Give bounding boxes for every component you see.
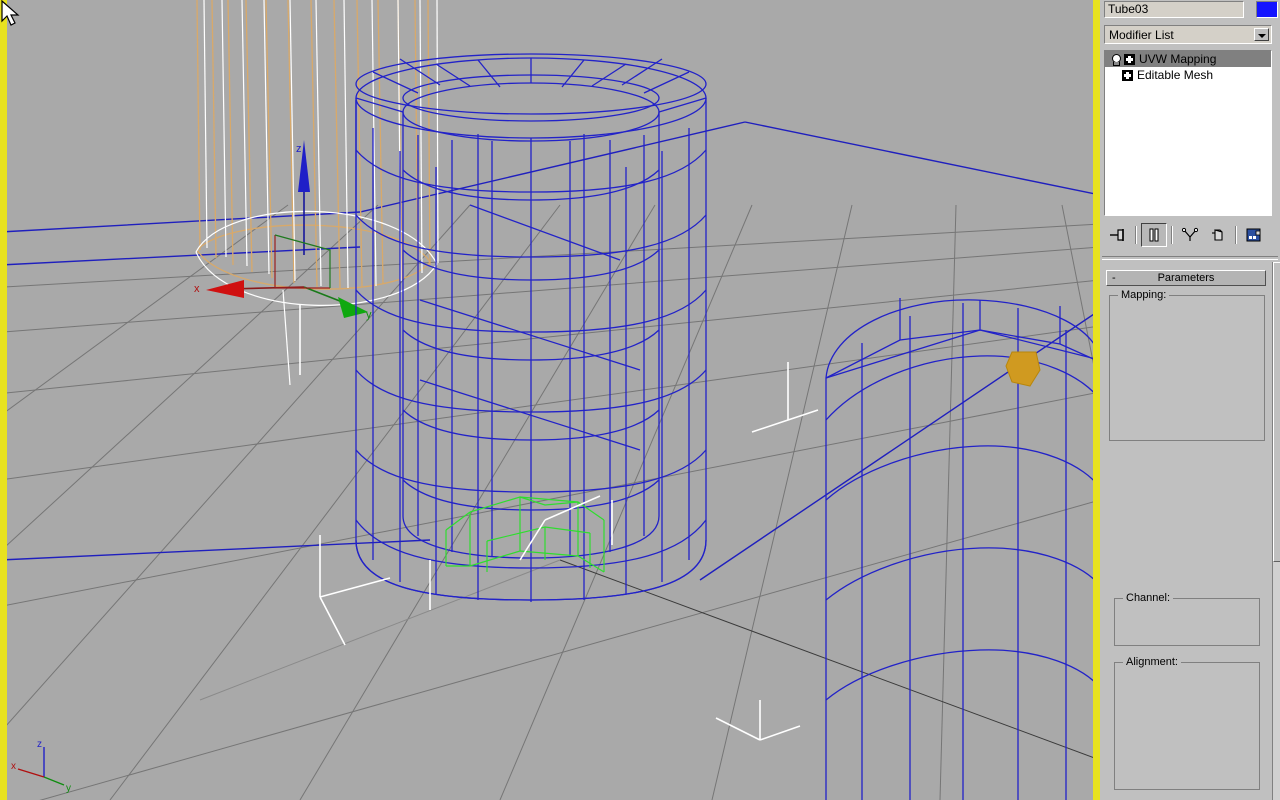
- channel-group: Channel:: [1114, 592, 1260, 646]
- configure-modifier-sets-icon[interactable]: [1241, 223, 1267, 247]
- stack-item-label: UVW Mapping: [1139, 52, 1217, 66]
- parameters-rollout-header[interactable]: - Parameters: [1106, 270, 1266, 286]
- command-panel-scrollbar[interactable]: [1272, 262, 1280, 800]
- stack-item-editable-mesh[interactable]: Editable Mesh: [1105, 67, 1271, 83]
- alignment-group: Alignment:: [1114, 656, 1260, 790]
- toolbar-separator: [1135, 226, 1137, 244]
- stack-item-uvw-mapping[interactable]: UVW Mapping: [1105, 51, 1271, 67]
- gizmo-z-label: z: [296, 143, 302, 155]
- viewport-scene: z x y: [0, 0, 1100, 800]
- pin-stack-icon[interactable]: [1105, 223, 1131, 247]
- modifier-stack-list[interactable]: UVW Mapping Editable Mesh: [1104, 50, 1272, 216]
- object-color-swatch[interactable]: [1256, 1, 1278, 18]
- stack-item-label: Editable Mesh: [1137, 68, 1214, 82]
- viewport-active-border-right: [1093, 0, 1100, 800]
- make-unique-icon[interactable]: [1177, 223, 1203, 247]
- gizmo-y-label: y: [366, 309, 372, 321]
- command-panel: Tube03 Modifier List UVW Mapping Editabl…: [1100, 0, 1280, 800]
- lightbulb-icon[interactable]: [1109, 53, 1122, 66]
- alignment-group-label: Alignment:: [1123, 656, 1181, 668]
- mapping-group-label: Mapping:: [1118, 289, 1170, 301]
- scrollbar-thumb[interactable]: [1273, 262, 1280, 562]
- world-axis-tripod: z x y: [11, 739, 71, 794]
- show-end-result-icon[interactable]: [1141, 223, 1167, 247]
- app-root: z x y z x y Tube03 Modifier List UVW Map…: [0, 0, 1280, 800]
- remove-modifier-icon[interactable]: [1205, 223, 1231, 247]
- channel-group-label: Channel:: [1123, 592, 1174, 604]
- toolbar-separator: [1235, 226, 1237, 244]
- viewport-active-border-left: [0, 0, 7, 800]
- modifier-list-label: Modifier List: [1109, 28, 1174, 42]
- panel-divider: [1102, 256, 1278, 260]
- chevron-down-icon[interactable]: [1254, 28, 1269, 41]
- perspective-viewport[interactable]: z x y z x y: [0, 0, 1100, 800]
- rollout-collapse-glyph: -: [1112, 272, 1116, 284]
- svg-text:z: z: [37, 739, 42, 750]
- mapping-group: Mapping:: [1109, 289, 1265, 441]
- object-name-row: Tube03: [1104, 1, 1278, 20]
- modifier-stack-toolbar: [1104, 220, 1272, 250]
- toolbar-separator: [1171, 226, 1173, 244]
- expand-plus-icon[interactable]: [1122, 69, 1133, 81]
- gizmo-x-label: x: [194, 283, 200, 295]
- object-name-input[interactable]: Tube03: [1104, 1, 1244, 18]
- svg-text:x: x: [11, 761, 16, 772]
- expand-plus-icon[interactable]: [1124, 53, 1135, 65]
- modifier-list-dropdown[interactable]: Modifier List: [1104, 25, 1272, 44]
- svg-text:y: y: [66, 783, 71, 794]
- rollout-title: Parameters: [1157, 272, 1215, 284]
